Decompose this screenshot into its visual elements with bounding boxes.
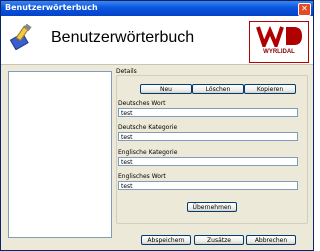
english-word-label: Englisches Wort bbox=[118, 173, 166, 180]
new-button[interactable]: Neu bbox=[140, 84, 192, 94]
logo-mark-icon bbox=[256, 25, 302, 47]
company-logo: WYRLIDAL bbox=[249, 21, 309, 63]
german-category-field[interactable]: test bbox=[118, 132, 298, 141]
close-button[interactable]: ✕ bbox=[298, 3, 311, 16]
dictionary-window: Benutzerwörterbuch ✕ Benutzerwörterbuch … bbox=[0, 0, 314, 251]
german-category-label: Deutsche Kategorie bbox=[118, 124, 178, 131]
english-word-field[interactable]: test bbox=[118, 181, 298, 190]
cancel-button[interactable]: Abbrechen bbox=[246, 235, 296, 245]
details-group-label: Details bbox=[116, 68, 137, 75]
german-word-label: Deutsches Wort bbox=[118, 100, 166, 107]
logo-text: WYRLIDAL bbox=[263, 49, 295, 55]
copy-button[interactable]: Kopieren bbox=[244, 84, 296, 94]
save-button[interactable]: Abspeichern bbox=[141, 235, 191, 245]
title-bar[interactable]: Benutzerwörterbuch ✕ bbox=[1, 1, 313, 16]
english-category-field[interactable]: test bbox=[118, 157, 298, 166]
extras-button[interactable]: Zusätze bbox=[194, 235, 244, 245]
english-category-label: Englische Kategorie bbox=[118, 149, 178, 156]
german-word-field[interactable]: test bbox=[118, 108, 298, 117]
header-banner: Benutzerwörterbuch WYRLIDAL bbox=[1, 16, 313, 65]
dictionary-brush-icon bbox=[10, 24, 32, 50]
window-title: Benutzerwörterbuch bbox=[5, 3, 98, 12]
close-icon: ✕ bbox=[301, 4, 308, 13]
apply-button[interactable]: Übernehmen bbox=[187, 202, 237, 212]
word-list[interactable] bbox=[8, 71, 112, 238]
app-title: Benutzerwörterbuch bbox=[51, 29, 195, 46]
delete-button[interactable]: Löschen bbox=[192, 84, 244, 94]
